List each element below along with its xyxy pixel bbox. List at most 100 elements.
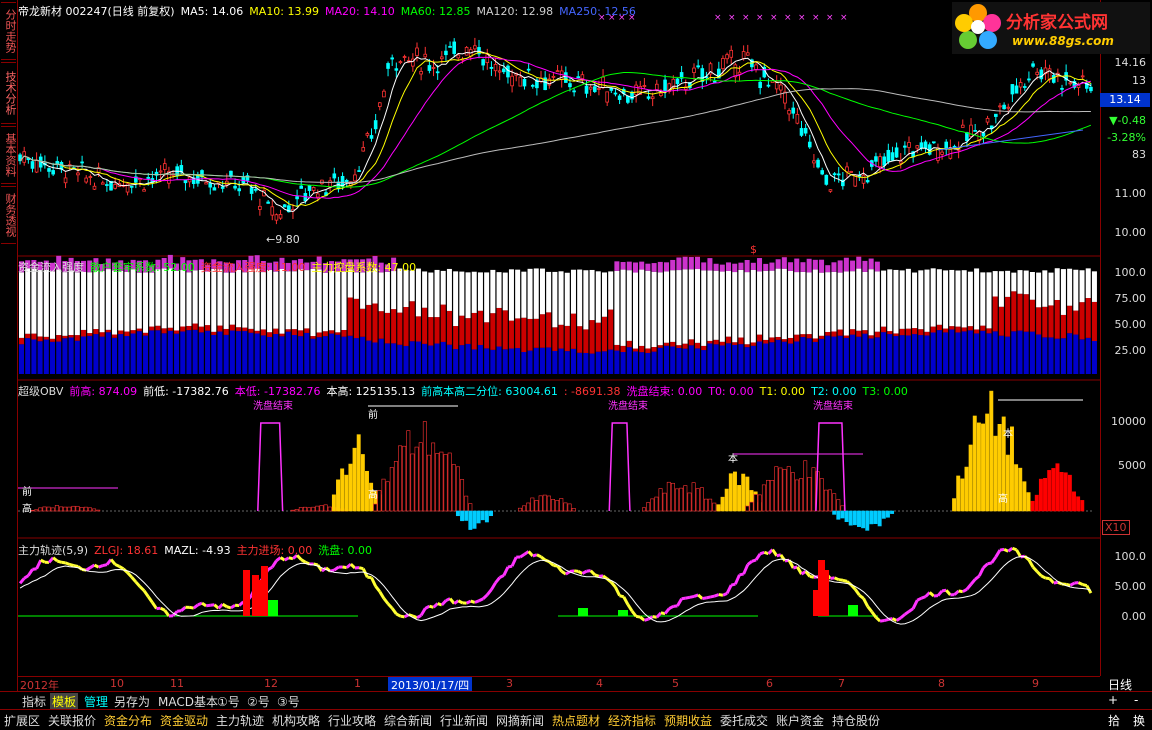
ma250-line [938,130,1083,150]
candle-body [502,69,505,72]
change-value: ▼-0.48 [1109,114,1146,127]
candle-body [1036,72,1039,74]
fund-bar-red [279,334,284,337]
bottom-tab-10[interactable]: 热点题材 [550,712,602,729]
chart-canvas[interactable]: ×××××××××××××× 洗盘结束洗盘结束洗盘结束前高前高本本高 [18,0,1100,676]
fund-bar-blue [565,351,570,374]
obv-bar [799,479,802,511]
fund-bar-white [825,272,830,332]
fund-bar-red [608,310,613,350]
bottom-tab-13[interactable]: 委托成交 [718,712,770,729]
candle-body [143,190,146,192]
bottom-tab-7[interactable]: 综合新闻 [382,712,434,729]
tab-intraday[interactable]: 分时走势 [1,2,16,60]
fund-bar-white [838,273,843,330]
obv-bar [39,508,42,511]
tab-financials[interactable]: 财务透视 [1,186,16,244]
fund-bar-blue [503,349,508,374]
obv-bar [291,510,294,511]
candle-body [1090,87,1093,90]
candle-body [573,91,576,92]
fund-bar-red [38,336,43,341]
fund-bar-blue [155,330,160,374]
bottom-tab-3[interactable]: 资金驱动 [158,712,210,729]
toolbar-item-3[interactable]: 另存为 [112,693,152,710]
toolbar-item-2[interactable]: 管理 [82,693,110,710]
fund-bar-red [168,328,173,331]
bottom-tab-1[interactable]: 关联报价 [46,712,98,729]
tab-fundamentals[interactable]: 基本资料 [1,126,16,184]
fund-bar-red [813,338,818,341]
bottom-tab-6[interactable]: 行业攻略 [326,712,378,729]
toolbar-item-6[interactable]: ②号 [245,693,272,710]
bottom-tab-14[interactable]: 账户资金 [774,712,826,729]
obv-bar [316,506,319,511]
obv-bar [411,454,414,511]
tab-technical[interactable]: 技术分析 [1,62,16,124]
obv-marker: 本 [728,452,738,465]
fund-bar-white [131,269,136,330]
fund-bar-red [44,337,49,340]
fund-bar-white [354,272,359,299]
corner-button-0[interactable]: + [1106,693,1120,707]
fund-bar-red [850,329,855,334]
scale-badge[interactable]: X10 [1102,520,1130,535]
toolbar-item-1[interactable]: 模板 [50,693,78,710]
bottom-tab-15[interactable]: 持仓股份 [830,712,882,729]
candle-body [308,186,311,191]
toolbar-item-4[interactable]: MACD基本 [156,693,220,710]
fund-bar-blue [224,335,229,374]
candle-body [221,187,224,188]
fund-bar-red [714,340,719,344]
chart-area[interactable]: ×××××××××××××× 洗盘结束洗盘结束洗盘结束前高前高本本高 帝龙新材 … [18,0,1101,676]
fund-bar-red [962,327,967,331]
obv-bar [820,479,823,511]
obv-bar [853,511,856,525]
obv-bar [882,511,885,518]
track-seg [152,602,156,608]
track-title: 主力轨迹(5,9) [18,544,88,557]
candle-body [486,55,489,63]
bottom-tab-5[interactable]: 机构攻略 [270,712,322,729]
corner-button-2[interactable]: 拾 [1106,712,1122,729]
bottom-tab-0[interactable]: 扩展区 [2,712,42,729]
track-seg [140,587,144,591]
fund-bar-red [583,329,588,353]
fund-bar-magenta [683,257,688,269]
fund-bar-blue [559,349,564,374]
fund-bar-blue [949,330,954,374]
candle-body [31,162,34,169]
fund-bar-blue [1005,337,1010,374]
bottom-tab-12[interactable]: 预期收益 [662,712,714,729]
obv-bar [386,482,389,511]
obv-bar [551,499,554,511]
candle-body [618,96,621,100]
fund-bar-white [931,268,936,326]
fund-bar-red [664,343,669,346]
toolbar-item-0[interactable]: 指标 [20,693,48,710]
track-seg [946,590,950,595]
fund-bar-white [1024,271,1029,295]
fund-bar-blue [931,332,936,374]
bottom-tab-8[interactable]: 行业新闻 [438,712,490,729]
fund-bar-blue [552,351,557,374]
fund-bar-white [81,272,86,330]
fund-bar-magenta [720,265,725,272]
fund-bar-red [404,307,409,346]
fund-bar-white [596,271,601,322]
fund-bar-white [534,268,539,318]
corner-button-1[interactable]: - [1132,693,1140,707]
toolbar-item-5[interactable]: ①号 [215,693,242,710]
bottom-tab-11[interactable]: 经济指标 [606,712,658,729]
bottom-tab-9[interactable]: 网摘新闻 [494,712,546,729]
bottom-tab-2[interactable]: 资金分布 [102,712,154,729]
track-seg [132,577,136,582]
track-seg [144,591,148,597]
fund-bar-magenta [757,258,762,271]
fund-bar-blue [1042,337,1047,374]
fund-bar-red [342,330,347,337]
toolbar-item-7[interactable]: ③号 [275,693,302,710]
fund-bar-white [298,269,303,330]
bottom-tab-4[interactable]: 主力轨迹 [214,712,266,729]
corner-button-3[interactable]: 换 [1131,712,1147,729]
